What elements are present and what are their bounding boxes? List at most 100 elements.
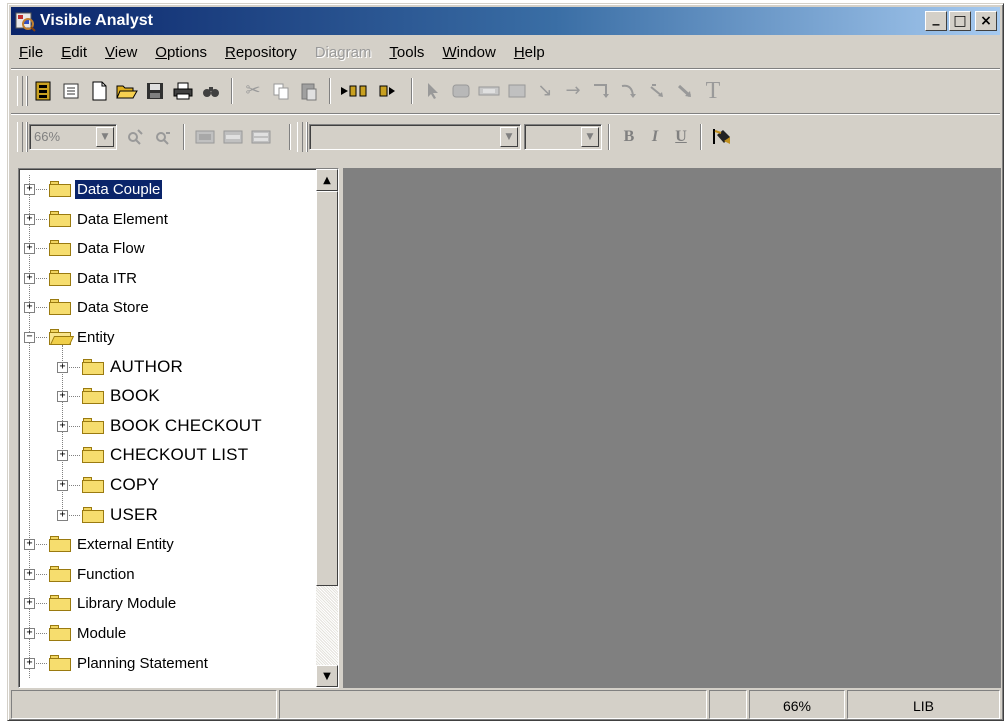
- expand-icon[interactable]: +: [24, 213, 35, 225]
- expand-icon[interactable]: +: [57, 450, 68, 462]
- folder-icon: [82, 358, 104, 375]
- italic-button[interactable]: I: [642, 128, 668, 146]
- expand-icon[interactable]: +: [24, 657, 35, 669]
- expand-icon[interactable]: +: [24, 568, 35, 580]
- tree-entity-item[interactable]: + BOOK CHECKOUT: [19, 412, 317, 442]
- expand-icon[interactable]: +: [24, 302, 35, 314]
- menu-window[interactable]: Window: [442, 44, 495, 61]
- paste-icon[interactable]: [295, 77, 323, 105]
- zoom-in-icon[interactable]: [121, 123, 149, 151]
- expand-icon[interactable]: +: [57, 479, 68, 491]
- bold-button[interactable]: B: [616, 128, 642, 146]
- zoom-next-icon[interactable]: [373, 77, 401, 105]
- open-folder-icon[interactable]: [113, 77, 141, 105]
- tree-scrollbar[interactable]: ▲ ▼: [316, 169, 338, 687]
- expand-icon[interactable]: +: [57, 361, 68, 373]
- new-file-icon[interactable]: [85, 77, 113, 105]
- entity-shape-icon[interactable]: [447, 77, 475, 105]
- line-curve-icon[interactable]: [615, 77, 643, 105]
- attributive-entity-icon[interactable]: [503, 77, 531, 105]
- scroll-up-button[interactable]: ▲: [316, 169, 338, 191]
- app-icon[interactable]: [14, 10, 36, 32]
- save-icon[interactable]: [141, 77, 169, 105]
- maximize-button[interactable]: □: [949, 11, 971, 31]
- tree-item-label: CHECKOUT LIST: [110, 445, 249, 465]
- zoom-fit-icon[interactable]: [337, 77, 373, 105]
- align-right-icon[interactable]: [247, 123, 275, 151]
- find-icon[interactable]: [197, 77, 225, 105]
- expand-icon[interactable]: +: [24, 539, 35, 551]
- toolbar-grip[interactable]: [297, 122, 303, 152]
- tree-entity-item[interactable]: + COPY: [19, 471, 317, 501]
- text-tool-icon[interactable]: T: [699, 77, 727, 105]
- cut-icon[interactable]: ✂: [239, 77, 267, 105]
- align-center-icon[interactable]: [219, 123, 247, 151]
- tree-category-item[interactable]: + External Entity: [19, 530, 317, 560]
- chevron-down-icon[interactable]: ▼: [581, 127, 599, 147]
- menu-tools[interactable]: Tools: [389, 44, 424, 61]
- size-combo[interactable]: ▼: [524, 124, 602, 150]
- repository-icon[interactable]: [29, 77, 57, 105]
- expand-icon[interactable]: +: [24, 184, 35, 195]
- menu-repository[interactable]: Repository: [225, 44, 297, 61]
- scroll-down-button[interactable]: ▼: [316, 665, 338, 687]
- tree-category-item[interactable]: + Module: [19, 619, 317, 649]
- tree-category-item[interactable]: + Data ITR: [19, 264, 317, 294]
- menu-help[interactable]: Help: [514, 44, 545, 61]
- menu-view[interactable]: View: [105, 44, 137, 61]
- tree-category-item[interactable]: + Function: [19, 560, 317, 590]
- align-left-icon[interactable]: [191, 123, 219, 151]
- expand-icon[interactable]: +: [24, 627, 35, 639]
- print-icon[interactable]: [169, 77, 197, 105]
- tree-category-item[interactable]: + Data Element: [19, 205, 317, 235]
- tree-category-item[interactable]: + Data Couple: [19, 175, 317, 205]
- expand-icon[interactable]: +: [57, 509, 68, 521]
- tree-entity-item[interactable]: + USER: [19, 501, 317, 531]
- assoc-entity-icon[interactable]: [475, 77, 503, 105]
- status-pane-mode: LIB: [847, 690, 1000, 719]
- zoom-combo[interactable]: 66% ▼: [29, 124, 117, 150]
- tree-entity-item[interactable]: + BOOK: [19, 382, 317, 412]
- expand-icon[interactable]: +: [24, 243, 35, 255]
- toolbar-grip[interactable]: [17, 76, 23, 106]
- tree-category-item[interactable]: + Planning Statement: [19, 649, 317, 679]
- tree-entity-item[interactable]: + AUTHOR: [19, 353, 317, 383]
- title-bar[interactable]: Visible Analyst _ □ ×: [11, 7, 1000, 35]
- toolbar-divider: [11, 68, 1000, 70]
- pointer-icon[interactable]: [419, 77, 447, 105]
- line-arrow-icon[interactable]: →: [559, 77, 587, 105]
- tree-category-item[interactable]: + Data Store: [19, 293, 317, 323]
- line-slope-icon[interactable]: [643, 77, 671, 105]
- properties-icon[interactable]: [57, 77, 85, 105]
- minimize-button[interactable]: _: [925, 11, 947, 31]
- menu-file[interactable]: File: [19, 44, 43, 61]
- line-diagonal-icon[interactable]: ↘: [531, 77, 559, 105]
- font-combo[interactable]: ▼: [309, 124, 521, 150]
- copy-icon[interactable]: [267, 77, 295, 105]
- close-button[interactable]: ×: [975, 11, 997, 31]
- expand-icon[interactable]: +: [57, 391, 68, 403]
- collapse-icon[interactable]: −: [24, 331, 35, 343]
- tree-category-item[interactable]: + Library Module: [19, 589, 317, 619]
- menu-edit[interactable]: Edit: [61, 44, 87, 61]
- chevron-down-icon[interactable]: ▼: [96, 127, 114, 147]
- expand-icon[interactable]: +: [57, 420, 68, 432]
- expand-icon[interactable]: +: [24, 272, 35, 284]
- diagram-workspace[interactable]: [343, 168, 1001, 688]
- chevron-down-icon[interactable]: ▼: [500, 127, 518, 147]
- tree-category-item[interactable]: − Entity: [19, 323, 317, 353]
- toolbar-grip[interactable]: [17, 122, 23, 152]
- expand-icon[interactable]: +: [24, 598, 35, 610]
- menu-diagram[interactable]: Diagram: [315, 44, 372, 61]
- underline-button[interactable]: U: [668, 128, 694, 146]
- repository-tree-panel[interactable]: + Data Couple + Data Element + Data Flow + Data…: [18, 168, 339, 688]
- line-elbow-icon[interactable]: [587, 77, 615, 105]
- folder-icon: [49, 240, 71, 257]
- zoom-out-icon[interactable]: [149, 123, 177, 151]
- scrollbar-thumb[interactable]: [316, 191, 338, 586]
- tree-entity-item[interactable]: + CHECKOUT LIST: [19, 441, 317, 471]
- line-down-icon[interactable]: [671, 77, 699, 105]
- tree-category-item[interactable]: + Data Flow: [19, 234, 317, 264]
- paint-bucket-icon[interactable]: [708, 123, 736, 151]
- menu-options[interactable]: Options: [155, 44, 207, 61]
